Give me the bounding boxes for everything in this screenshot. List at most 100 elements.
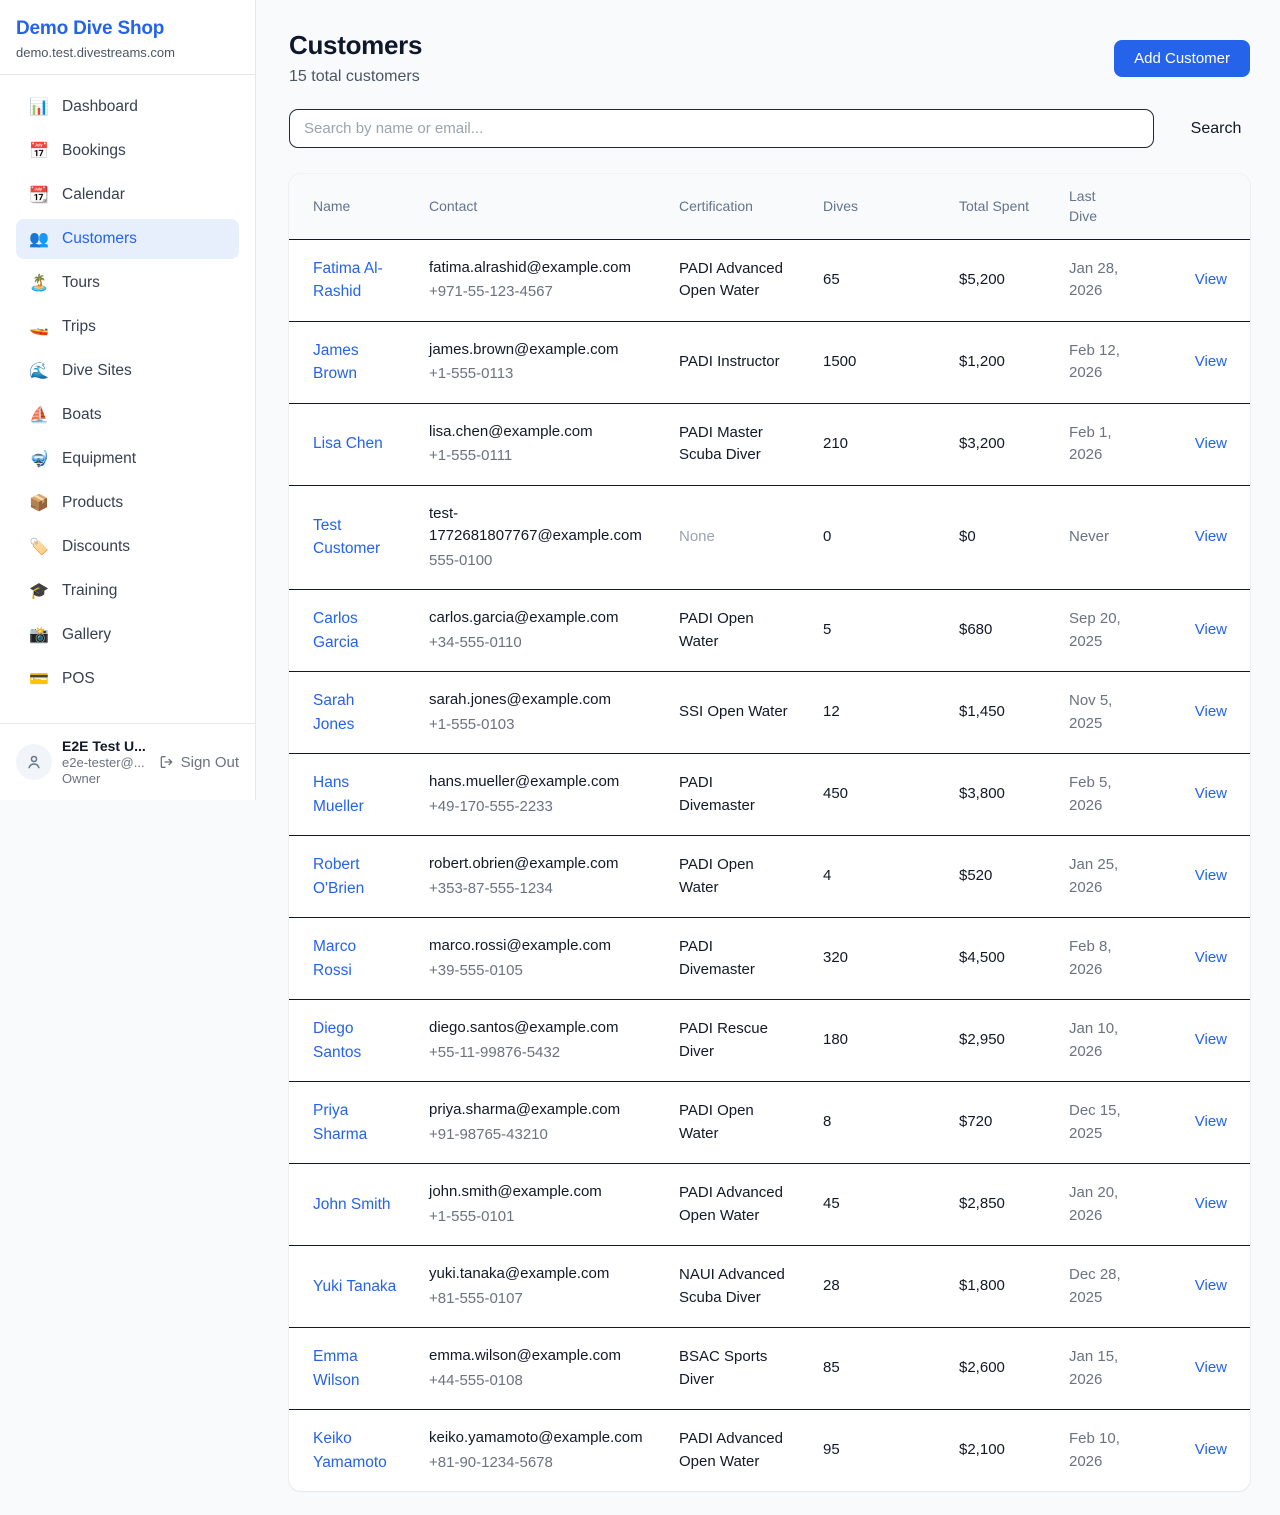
customer-name-link[interactable]: Hans Mueller: [313, 774, 364, 815]
customer-phone: +55-11-99876-5432: [429, 1042, 647, 1065]
customer-dives: 28: [823, 1277, 840, 1294]
customers-table-card: NameContactCertificationDivesTotal Spent…: [289, 174, 1250, 1491]
view-link[interactable]: View: [1195, 1359, 1227, 1376]
add-customer-button[interactable]: Add Customer: [1114, 40, 1250, 77]
view-link[interactable]: View: [1195, 1031, 1227, 1048]
customer-name-link[interactable]: Diego Santos: [313, 1020, 361, 1061]
sidebar-item-label: Trips: [62, 318, 96, 336]
table-header-row: NameContactCertificationDivesTotal Spent…: [289, 174, 1250, 239]
view-link[interactable]: View: [1195, 785, 1227, 802]
sidebar-item-training[interactable]: 🎓 Training: [16, 571, 239, 611]
customer-certification: PADI Advanced Open Water: [679, 1430, 783, 1470]
view-link[interactable]: View: [1195, 1195, 1227, 1212]
customer-phone: +91-98765-43210: [429, 1124, 647, 1147]
sidebar-item-label: Bookings: [62, 142, 126, 160]
customer-name-link[interactable]: James Brown: [313, 342, 359, 383]
customer-name-link[interactable]: Sarah Jones: [313, 692, 354, 733]
sidebar-item-dashboard[interactable]: 📊 Dashboard: [16, 87, 239, 127]
sidebar-item-gallery[interactable]: 📸 Gallery: [16, 615, 239, 655]
view-link[interactable]: View: [1195, 1441, 1227, 1458]
sidebar-item-bookings[interactable]: 📅 Bookings: [16, 131, 239, 171]
customer-phone: +1-555-0103: [429, 714, 647, 737]
customer-dives: 85: [823, 1359, 840, 1376]
customer-name-link[interactable]: Emma Wilson: [313, 1348, 360, 1389]
tours-icon: 🏝️: [28, 273, 50, 293]
column-header-contact: Contact: [413, 174, 663, 239]
customer-name-link[interactable]: Marco Rossi: [313, 938, 356, 979]
view-link[interactable]: View: [1195, 528, 1227, 545]
view-link[interactable]: View: [1195, 1113, 1227, 1130]
customer-phone: +971-55-123-4567: [429, 281, 647, 304]
customer-email: marco.rossi@example.com: [429, 935, 647, 958]
sidebar-item-label: POS: [62, 670, 95, 688]
table-row: John Smith john.smith@example.com +1-555…: [289, 1164, 1250, 1246]
customer-name-link[interactable]: Fatima Al-Rashid: [313, 260, 383, 301]
customer-last-dive: Jan 10, 2026: [1069, 1020, 1118, 1060]
view-link[interactable]: View: [1195, 867, 1227, 884]
customer-certification: BSAC Sports Diver: [679, 1348, 767, 1388]
customer-last-dive: Jan 28, 2026: [1069, 260, 1118, 300]
sidebar-item-products[interactable]: 📦 Products: [16, 483, 239, 523]
customer-phone: +353-87-555-1234: [429, 878, 647, 901]
customer-email: hans.mueller@example.com: [429, 771, 647, 794]
view-link[interactable]: View: [1195, 621, 1227, 638]
customer-total-spent: $0: [959, 528, 976, 545]
search-input[interactable]: [289, 109, 1154, 148]
customer-total-spent: $680: [959, 621, 992, 638]
sidebar: Demo Dive Shop demo.test.divestreams.com…: [0, 0, 256, 800]
customer-email: robert.obrien@example.com: [429, 853, 647, 876]
customer-dives: 180: [823, 1031, 848, 1048]
customer-name-link[interactable]: Keiko Yamamoto: [313, 1430, 387, 1471]
view-link[interactable]: View: [1195, 949, 1227, 966]
column-header-dives: Dives: [807, 174, 943, 239]
customers-icon: 👥: [28, 229, 50, 249]
customer-certification: PADI Open Water: [679, 856, 754, 896]
customer-name-link[interactable]: Robert O'Brien: [313, 856, 364, 897]
shop-domain: demo.test.divestreams.com: [16, 45, 239, 60]
view-link[interactable]: View: [1195, 703, 1227, 720]
sidebar-item-discounts[interactable]: 🏷️ Discounts: [16, 527, 239, 567]
sidebar-item-calendar[interactable]: 📆 Calendar: [16, 175, 239, 215]
customer-dives: 0: [823, 528, 831, 545]
customer-dives: 12: [823, 703, 840, 720]
sidebar-item-equipment[interactable]: 🤿 Equipment: [16, 439, 239, 479]
sidebar-item-label: Equipment: [62, 450, 136, 468]
customer-dives: 95: [823, 1441, 840, 1458]
customer-name-link[interactable]: Priya Sharma: [313, 1102, 367, 1143]
customer-certification: PADI Advanced Open Water: [679, 1184, 783, 1224]
customer-total-spent: $1,800: [959, 1277, 1005, 1294]
customer-dives: 45: [823, 1195, 840, 1212]
sidebar-user-section: E2E Test U... e2e-tester@... Owner Sign …: [0, 723, 255, 800]
pos-icon: 💳: [28, 669, 50, 689]
customer-name-link[interactable]: Test Customer: [313, 517, 380, 558]
customer-name-link[interactable]: Lisa Chen: [313, 435, 383, 452]
sidebar-item-pos[interactable]: 💳 POS: [16, 659, 239, 699]
view-link[interactable]: View: [1195, 1277, 1227, 1294]
column-header-certification: Certification: [663, 174, 807, 239]
customer-name-link[interactable]: Carlos Garcia: [313, 610, 359, 651]
table-row: Priya Sharma priya.sharma@example.com +9…: [289, 1082, 1250, 1164]
customer-certification: NAUI Advanced Scuba Diver: [679, 1266, 785, 1306]
user-name: E2E Test U...: [62, 738, 149, 754]
sidebar-item-dive-sites[interactable]: 🌊 Dive Sites: [16, 351, 239, 391]
sidebar-nav: 📊 Dashboard 📅 Bookings 📆 Calendar 👥 Cust…: [0, 75, 255, 723]
customer-name-link[interactable]: John Smith: [313, 1196, 391, 1213]
customer-name-link[interactable]: Yuki Tanaka: [313, 1278, 396, 1295]
shop-name: Demo Dive Shop: [16, 18, 239, 40]
sign-out-button[interactable]: Sign Out: [159, 754, 239, 771]
view-link[interactable]: View: [1195, 435, 1227, 452]
customer-email: lisa.chen@example.com: [429, 421, 647, 444]
sidebar-item-customers[interactable]: 👥 Customers: [16, 219, 239, 259]
view-link[interactable]: View: [1195, 271, 1227, 288]
customer-phone: +1-555-0101: [429, 1206, 647, 1229]
sidebar-item-trips[interactable]: 🚤 Trips: [16, 307, 239, 347]
dive-sites-icon: 🌊: [28, 361, 50, 381]
sidebar-item-label: Tours: [62, 274, 100, 292]
sidebar-item-tours[interactable]: 🏝️ Tours: [16, 263, 239, 303]
customer-email: emma.wilson@example.com: [429, 1345, 647, 1368]
table-row: Fatima Al-Rashid fatima.alrashid@example…: [289, 239, 1250, 321]
view-link[interactable]: View: [1195, 353, 1227, 370]
customer-total-spent: $3,800: [959, 785, 1005, 802]
search-button[interactable]: Search: [1182, 112, 1250, 146]
sidebar-item-boats[interactable]: ⛵ Boats: [16, 395, 239, 435]
